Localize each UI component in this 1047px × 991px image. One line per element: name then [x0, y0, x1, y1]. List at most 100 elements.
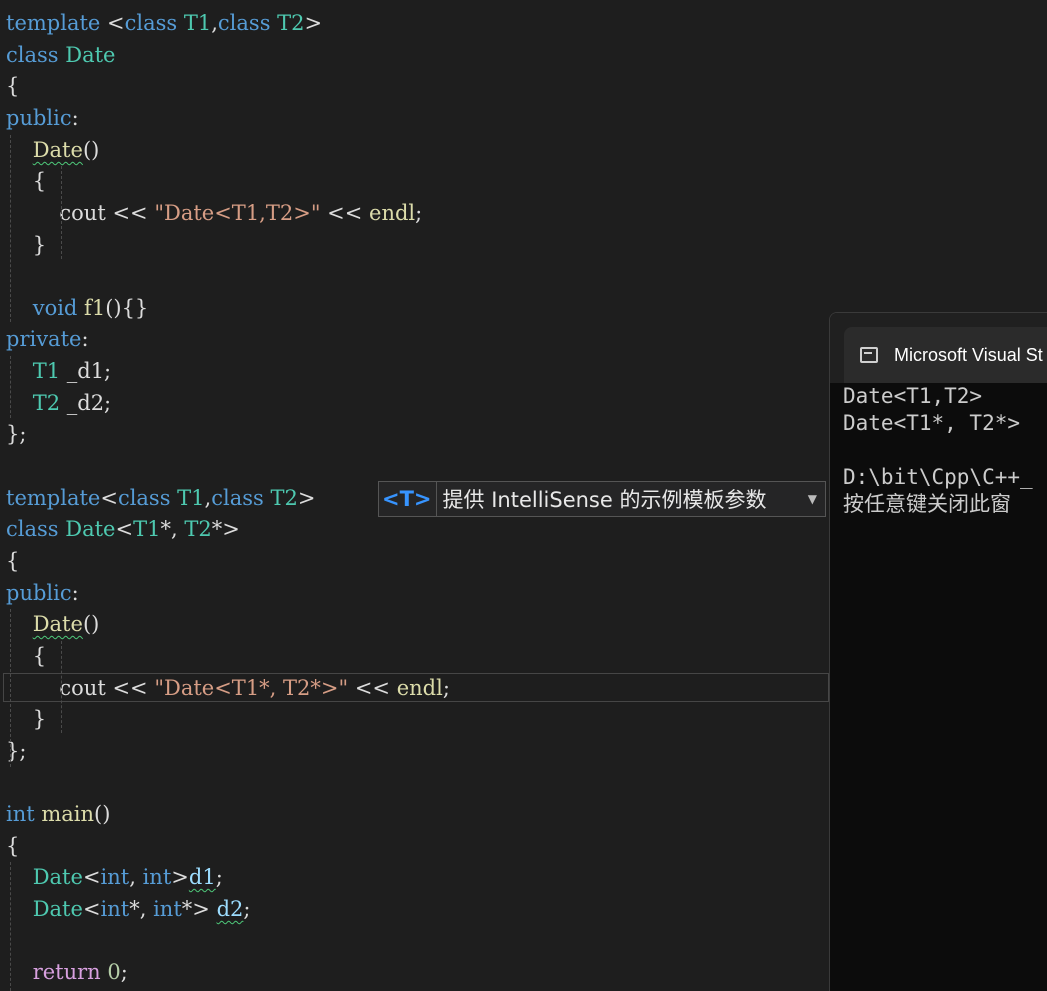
code-token: ;: [120, 960, 128, 984]
code-line[interactable]: template <class T1,class T2>: [6, 8, 322, 39]
code-token: ;: [442, 676, 450, 700]
code-line[interactable]: public:: [6, 578, 79, 609]
code-token: f1: [84, 296, 106, 320]
code-line[interactable]: {: [6, 641, 46, 672]
console-output: Date<T1,T2> Date<T1*, T2*> D:\bit\Cpp\C++…: [843, 383, 1033, 518]
code-line[interactable]: Date<int*, int*> d2;: [6, 894, 251, 925]
code-token: T1: [177, 486, 205, 510]
code-token: <: [82, 865, 101, 889]
code-token: {: [6, 74, 20, 98]
code-line[interactable]: cout << "Date<T1*, T2*>" << endl;: [6, 673, 450, 704]
dropdown-arrow-icon[interactable]: ▼: [808, 492, 825, 506]
code-token: T2: [184, 517, 212, 541]
code-token: };: [6, 422, 27, 446]
intellisense-template-hint[interactable]: <T> 提供 IntelliSense 的示例模板参数 ▼: [378, 481, 826, 517]
console-titlebar[interactable]: Microsoft Visual St: [830, 313, 1047, 383]
code-token: Date: [65, 43, 116, 67]
code-token: class: [6, 517, 66, 541]
code-line[interactable]: public:: [6, 103, 79, 134]
code-token: class: [217, 11, 278, 35]
code-token: Date: [32, 612, 83, 636]
code-token: <<: [112, 201, 155, 225]
code-token: }: [6, 233, 47, 257]
code-line[interactable]: }: [6, 230, 46, 261]
code-token: (): [82, 612, 100, 636]
console-title: Microsoft Visual St: [894, 344, 1043, 365]
code-line[interactable]: return 0;: [6, 957, 128, 988]
code-line[interactable]: {: [6, 71, 19, 102]
code-token: <<: [320, 201, 370, 225]
code-line[interactable]: template<class T1,class T2>: [6, 483, 315, 514]
code-line[interactable]: {: [6, 546, 19, 577]
code-token: void: [32, 296, 85, 320]
code-token: <<: [112, 676, 155, 700]
code-line[interactable]: Date<int, int>d1;: [6, 862, 223, 893]
indent-guide: [10, 609, 11, 767]
code-token: int: [100, 865, 130, 889]
indent-guide: [61, 641, 62, 733]
indent-guide: [61, 166, 62, 259]
code-token: class: [124, 11, 184, 35]
code-token: private: [6, 327, 82, 351]
code-token: cout: [6, 201, 113, 225]
code-token: <: [107, 11, 125, 35]
code-line[interactable]: {: [6, 831, 19, 862]
code-token: T2: [277, 11, 305, 35]
code-token: <<: [348, 676, 397, 700]
code-token: template: [6, 11, 108, 35]
code-line[interactable]: {: [6, 166, 46, 197]
code-token: int: [100, 897, 130, 921]
code-token: :: [71, 581, 79, 605]
code-token: Date: [32, 897, 83, 921]
code-line[interactable]: }: [6, 704, 46, 735]
code-line[interactable]: Date(): [6, 135, 100, 166]
indent-guide: [10, 862, 11, 991]
code-token: *,: [160, 517, 185, 541]
code-line[interactable]: Date(): [6, 609, 100, 640]
console-tab[interactable]: Microsoft Visual St: [844, 327, 1047, 383]
code-token: class: [211, 486, 271, 510]
code-token: return: [32, 960, 108, 984]
code-line[interactable]: private:: [6, 324, 89, 355]
code-line[interactable]: T1 _d1;: [6, 356, 111, 387]
code-token: <: [82, 897, 101, 921]
code-token: main: [41, 802, 95, 826]
code-token: *>: [181, 897, 217, 921]
code-token: T1: [32, 359, 61, 383]
code-token: class: [6, 43, 66, 67]
code-token: T1: [183, 11, 212, 35]
code-token: int: [6, 802, 42, 826]
code-token: ;: [243, 897, 251, 921]
code-token: Date: [32, 138, 83, 162]
code-token: class: [117, 486, 178, 510]
code-line[interactable]: cout << "Date<T1,T2>" << endl;: [6, 198, 422, 229]
code-token: :: [81, 327, 89, 351]
console-output-line: D:\bit\Cpp\C++_: [843, 465, 1033, 489]
code-token: {: [6, 644, 47, 668]
code-token: {: [6, 834, 20, 858]
code-token: _d2;: [60, 391, 112, 415]
code-token: {: [6, 549, 20, 573]
code-token: *>: [211, 517, 240, 541]
console-window[interactable]: Microsoft Visual St Date<T1,T2> Date<T1*,…: [829, 312, 1047, 991]
code-line[interactable]: class Date<T1*, T2*>: [6, 514, 240, 545]
code-token: d1: [188, 865, 216, 889]
code-token: }: [6, 707, 47, 731]
code-token: (): [82, 138, 100, 162]
code-line[interactable]: class Date: [6, 40, 115, 71]
code-token: ,: [211, 11, 218, 35]
code-token: >: [304, 11, 323, 35]
code-token: int: [142, 865, 172, 889]
code-token: "Date<T1*, T2*>": [154, 676, 349, 700]
code-token: {: [6, 169, 47, 193]
code-line[interactable]: T2 _d2;: [6, 388, 111, 419]
code-token: int: [153, 897, 182, 921]
code-line[interactable]: int main(): [6, 799, 110, 830]
code-token: Date: [65, 517, 116, 541]
code-token: ;: [215, 865, 223, 889]
code-token: :: [71, 106, 79, 130]
code-line[interactable]: };: [6, 419, 26, 450]
code-line[interactable]: void f1(){}: [6, 293, 149, 324]
code-token: d2: [216, 897, 244, 921]
code-token: _d1;: [60, 359, 112, 383]
